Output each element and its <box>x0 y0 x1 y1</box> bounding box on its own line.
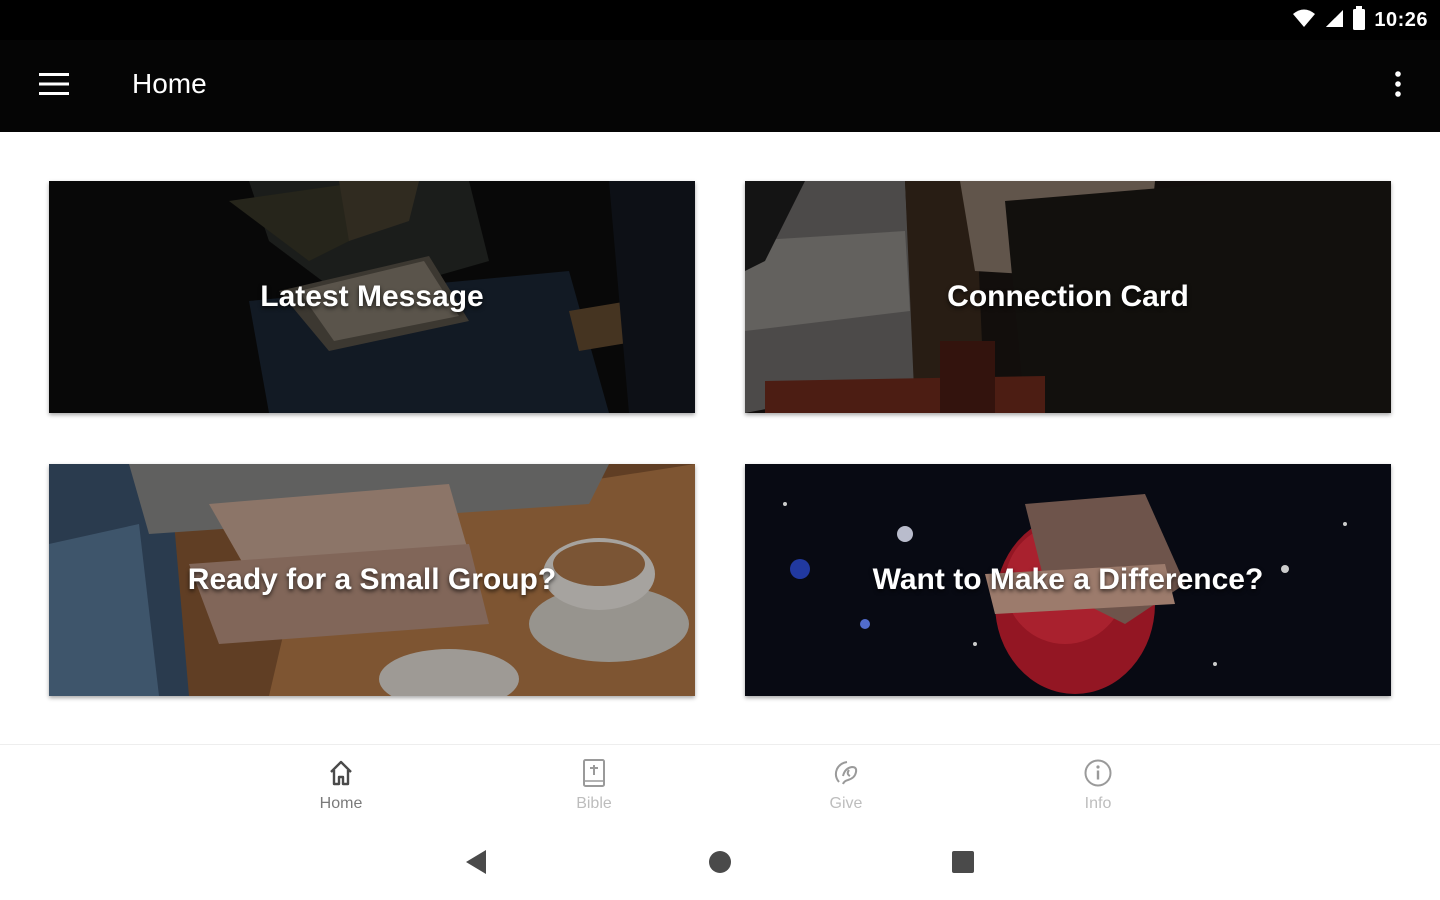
card-title: Want to Make a Difference? <box>872 563 1264 596</box>
bottom-navigation: Home Bible Give Info <box>0 744 1440 829</box>
nav-label: Home <box>319 795 363 812</box>
status-icons: 10:26 <box>1292 5 1428 35</box>
card-title: Latest Message <box>260 280 484 313</box>
status-bar: 10:26 <box>0 0 1440 40</box>
app-bar: Home <box>0 40 1440 132</box>
battery-icon <box>1352 5 1366 35</box>
hamburger-menu-icon <box>39 72 69 100</box>
cell-signal-icon <box>1324 8 1344 33</box>
card-make-a-difference[interactable]: Want to Make a Difference? <box>745 464 1391 696</box>
nav-label: Bible <box>576 795 612 812</box>
info-icon <box>1083 757 1113 789</box>
recents-icon <box>951 850 975 879</box>
bible-icon <box>579 757 609 789</box>
nav-label: Give <box>829 795 863 812</box>
home-circle-icon <box>708 850 732 879</box>
card-connection-card[interactable]: Connection Card <box>745 181 1391 413</box>
back-icon <box>464 849 488 880</box>
nav-item-home[interactable]: Home <box>281 757 401 821</box>
nav-item-info[interactable]: Info <box>1038 757 1158 821</box>
menu-button[interactable] <box>28 62 80 110</box>
card-title: Connection Card <box>947 280 1189 313</box>
status-time: 10:26 <box>1374 8 1428 31</box>
system-back-button[interactable] <box>456 846 496 882</box>
page-title: Home <box>132 68 207 99</box>
card-title: Ready for a Small Group? <box>187 563 557 596</box>
more-vert-icon <box>1394 70 1402 103</box>
overflow-menu-button[interactable] <box>1378 62 1418 110</box>
nav-item-give[interactable]: Give <box>786 757 906 821</box>
give-icon <box>831 757 861 789</box>
nav-label: Info <box>1084 795 1112 812</box>
card-small-group[interactable]: Ready for a Small Group? <box>49 464 695 696</box>
wifi-icon <box>1292 8 1316 33</box>
home-icon <box>326 757 356 789</box>
nav-item-bible[interactable]: Bible <box>534 757 654 821</box>
system-home-button[interactable] <box>700 846 740 882</box>
card-latest-message[interactable]: Latest Message <box>49 181 695 413</box>
system-navigation-bar <box>0 828 1440 900</box>
system-recents-button[interactable] <box>943 846 983 882</box>
